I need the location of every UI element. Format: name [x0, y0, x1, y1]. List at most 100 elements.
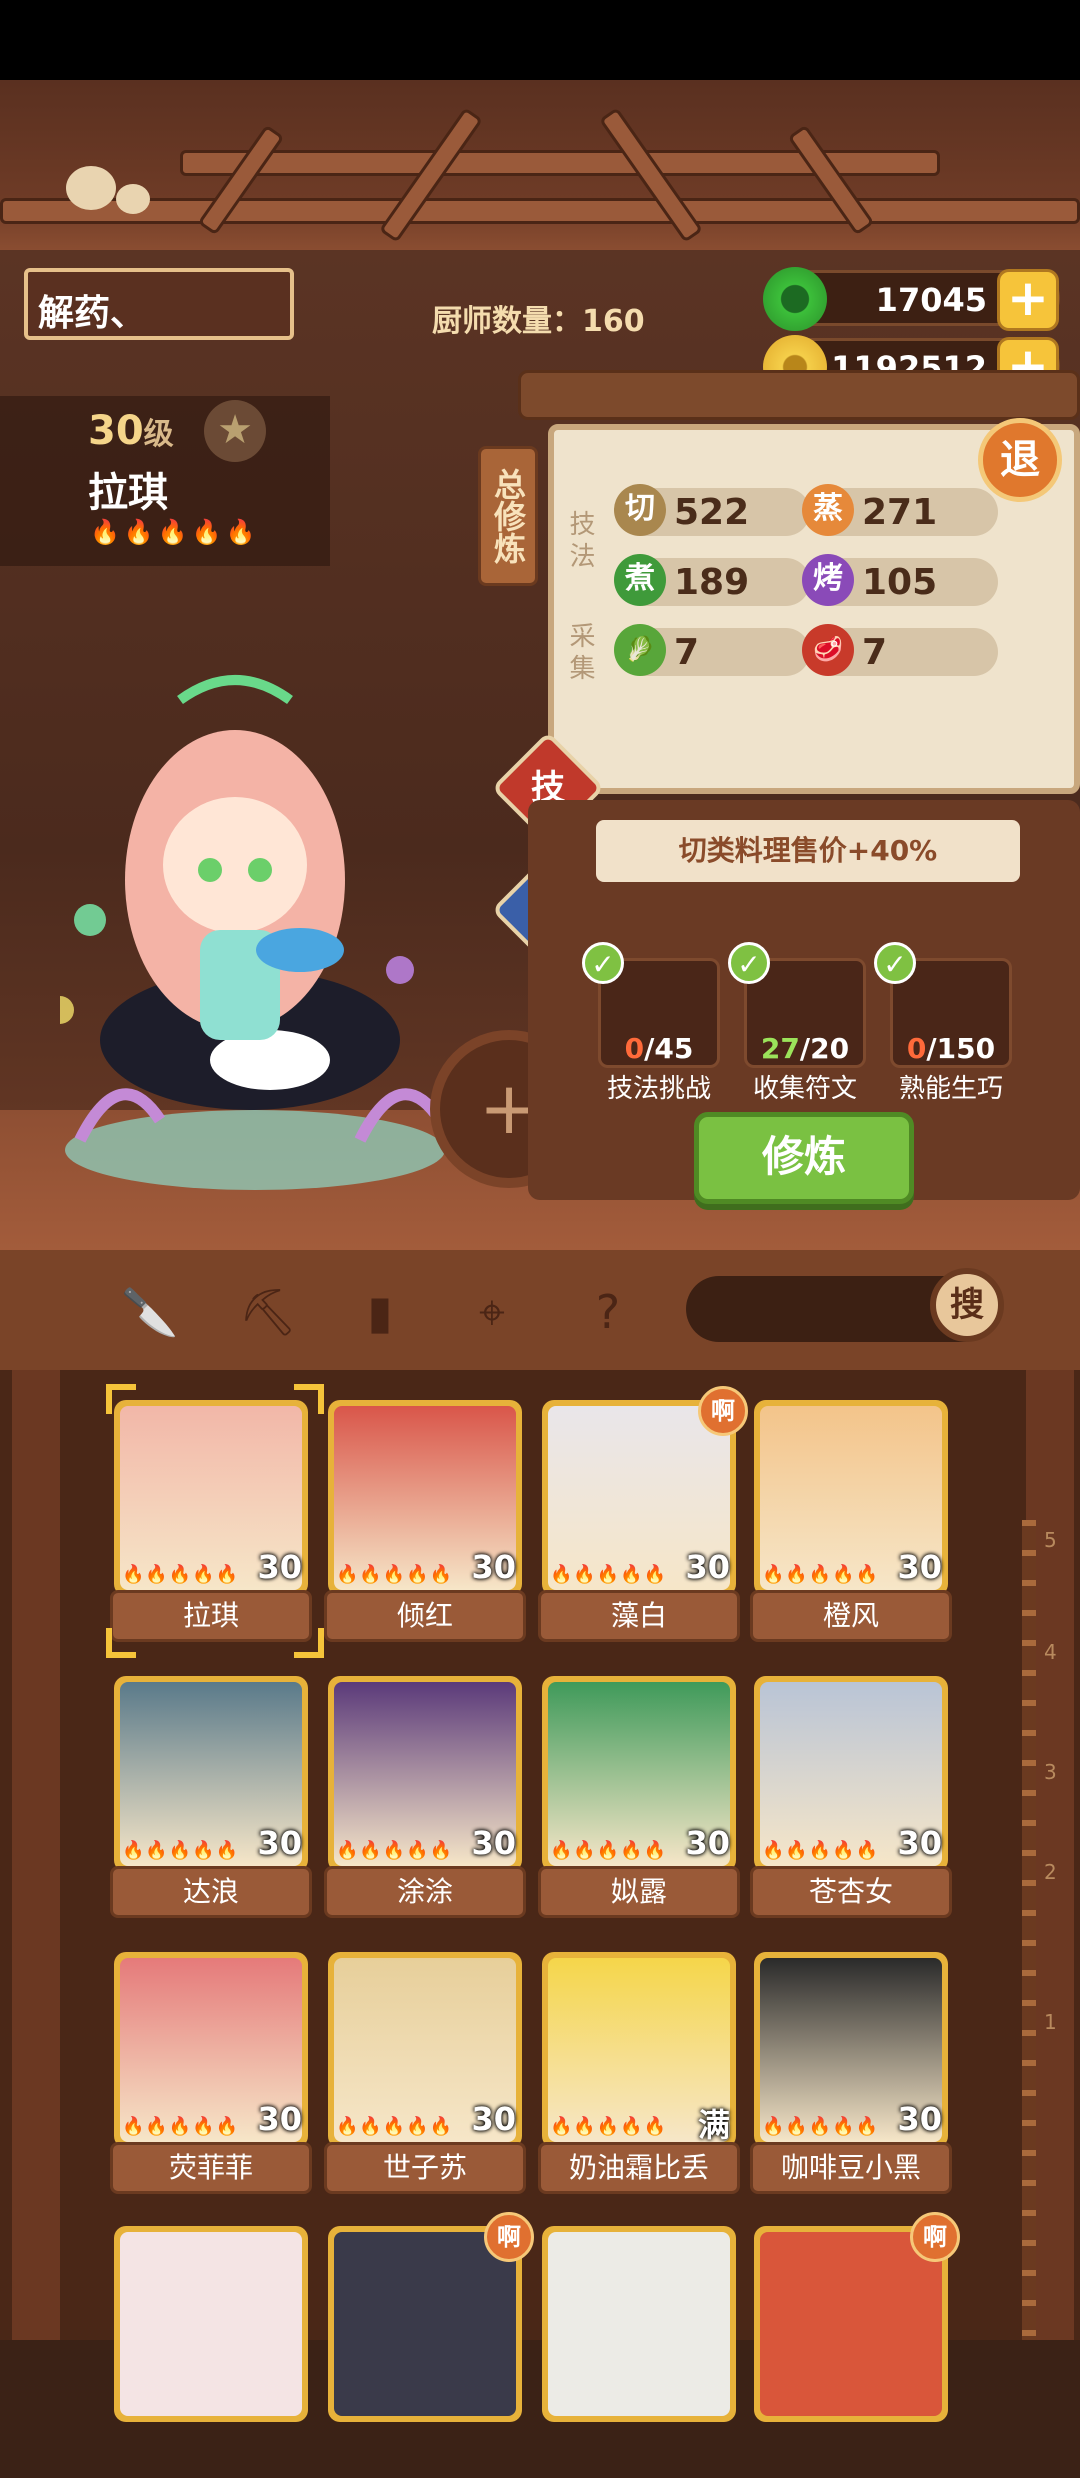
- chef-name: 咖啡豆小黑: [750, 2142, 952, 2194]
- chef-level: 30: [897, 2100, 942, 2138]
- chef-level: 30: [685, 1824, 730, 1862]
- chef-count: 厨师数量：160: [432, 304, 645, 339]
- jade-amount: 17045: [875, 281, 987, 319]
- bonus-text: 切类料理售价+40%: [596, 820, 1020, 882]
- stat-steam: 蒸 271: [802, 484, 998, 536]
- stat-vegetable: 🥬 7: [614, 624, 810, 676]
- selection-corner: [106, 1384, 136, 1414]
- chef-card[interactable]: 🔥🔥🔥🔥🔥 30 藻白 啊: [538, 1386, 748, 1652]
- chef-level: 30: [257, 2100, 302, 2138]
- train-button[interactable]: 修炼: [694, 1112, 914, 1204]
- chef-level: 30: [471, 1824, 516, 1862]
- chef-level: 30: [257, 1548, 302, 1586]
- vegetable-icon: 🥬: [614, 624, 666, 676]
- shovel-filter-icon[interactable]: ⛏: [236, 1280, 300, 1344]
- check-icon: ✓: [874, 942, 916, 984]
- stat-cut: 切 522: [614, 484, 810, 536]
- selection-corner: [294, 1628, 324, 1658]
- chef-name: 拉琪: [110, 1590, 312, 1642]
- chef-name: 倾红: [324, 1590, 526, 1642]
- rarity-flames: 🔥🔥🔥🔥🔥: [122, 1564, 240, 1585]
- chef-card[interactable]: 🔥🔥🔥🔥🔥 30 荧菲菲: [110, 1952, 312, 2204]
- chef-name: 姒露: [538, 1866, 740, 1918]
- chef-card-partial[interactable]: [542, 2226, 736, 2478]
- chef-card[interactable]: 🔥🔥🔥🔥🔥 30 苍杏女: [750, 1676, 952, 1928]
- rarity-flames: 🔥🔥🔥🔥🔥: [550, 1564, 668, 1585]
- knife-filter-icon[interactable]: 🔪: [118, 1280, 182, 1344]
- add-jade-button[interactable]: +: [997, 269, 1059, 331]
- selection-corner: [294, 1384, 324, 1414]
- rarity-flames: 🔥🔥🔥🔥🔥: [550, 1840, 668, 1861]
- task-collect-runes[interactable]: ✓ 27/20 收集符文: [728, 942, 874, 1104]
- meat-icon: 🥩: [802, 624, 854, 676]
- back-button[interactable]: 退: [978, 418, 1062, 502]
- location-filter-icon[interactable]: ⌖: [460, 1280, 524, 1344]
- chick-decoration: [116, 184, 150, 214]
- gather-section-label: 采集: [565, 622, 595, 686]
- new-badge: 啊: [910, 2212, 960, 2262]
- chef-card[interactable]: 🔥🔥🔥🔥🔥 30 倾红: [324, 1400, 526, 1652]
- new-badge: 啊: [484, 2212, 534, 2262]
- chef-card[interactable]: 🔥🔥🔥🔥🔥 30 达浪: [110, 1676, 312, 1928]
- chef-card-partial[interactable]: [114, 2226, 308, 2478]
- jade-icon: [763, 267, 827, 331]
- chef-card[interactable]: 🔥🔥🔥🔥🔥 30 姒露: [538, 1676, 740, 1928]
- rarity-flames: 🔥🔥🔥🔥🔥: [336, 1840, 454, 1861]
- chef-level: 30: [897, 1548, 942, 1586]
- chef-name: 奶油霜比丢: [538, 2142, 740, 2194]
- stat-roast: 烤 105: [802, 554, 998, 606]
- scroll-ruler[interactable]: [1022, 1520, 1036, 2340]
- map-question-icon[interactable]: ?: [576, 1280, 640, 1344]
- jade-currency: 17045 +: [763, 267, 1060, 331]
- scroll-top-rod: [518, 370, 1080, 420]
- chef-level: 30: [471, 1548, 516, 1586]
- rarity-flames: 🔥🔥🔥🔥🔥: [550, 2116, 668, 2137]
- chef-name: 荧菲菲: [110, 2142, 312, 2194]
- status-bar: [0, 0, 1080, 80]
- stat-boil: 煮 189: [614, 554, 810, 606]
- skill-section-label: 技法: [565, 510, 595, 574]
- chef-card-partial[interactable]: 啊: [754, 2212, 960, 2478]
- selection-corner: [106, 1628, 136, 1658]
- jar-filter-icon[interactable]: ▮: [348, 1280, 412, 1344]
- chef-level: 30: [897, 1824, 942, 1862]
- chef-card[interactable]: 🔥🔥🔥🔥🔥 30 拉琪: [110, 1400, 312, 1652]
- task-skill-challenge[interactable]: ✓ 0/45 技法挑战: [582, 942, 728, 1104]
- character-name: 拉琪: [88, 470, 168, 516]
- chef-level: 满: [697, 2106, 730, 2144]
- chef-level: 30: [257, 1824, 302, 1862]
- chef-card[interactable]: 🔥🔥🔥🔥🔥 30 咖啡豆小黑: [750, 1952, 952, 2204]
- chef-name: 达浪: [110, 1866, 312, 1918]
- rarity-flames: 🔥🔥🔥🔥🔥: [122, 2116, 240, 2137]
- chef-level: 30: [685, 1548, 730, 1586]
- rarity-flames: 🔥🔥🔥🔥🔥: [90, 518, 260, 546]
- total-training-tab[interactable]: 总修炼: [478, 446, 538, 586]
- rarity-flames: 🔥🔥🔥🔥🔥: [762, 2116, 880, 2137]
- rarity-flames: 🔥🔥🔥🔥🔥: [122, 1840, 240, 1861]
- chef-card[interactable]: 🔥🔥🔥🔥🔥 30 橙风: [750, 1400, 952, 1652]
- chef-level: 30: [471, 2100, 516, 2138]
- stat-meat: 🥩 7: [802, 624, 998, 676]
- favorite-star-button[interactable]: ★: [204, 400, 266, 462]
- rarity-flames: 🔥🔥🔥🔥🔥: [336, 2116, 454, 2137]
- check-icon: ✓: [728, 942, 770, 984]
- chef-card[interactable]: 🔥🔥🔥🔥🔥 满奶油霜比丢: [538, 1952, 740, 2204]
- chef-card-partial[interactable]: 啊: [328, 2212, 534, 2478]
- chef-card[interactable]: 🔥🔥🔥🔥🔥 30 涂涂: [324, 1676, 526, 1928]
- character-level: 30级: [88, 408, 174, 454]
- chef-name: 藻白: [538, 1590, 740, 1642]
- task-practice[interactable]: ✓ 0/150 熟能生巧: [874, 942, 1020, 1104]
- rafters-background: [0, 80, 1080, 250]
- rarity-flames: 🔥🔥🔥🔥🔥: [762, 1564, 880, 1585]
- rarity-flames: 🔥🔥🔥🔥🔥: [762, 1840, 880, 1861]
- chef-name: 橙风: [750, 1590, 952, 1642]
- search-button[interactable]: 搜: [930, 1268, 1004, 1342]
- new-badge: 啊: [698, 1386, 748, 1436]
- character-portrait: [60, 675, 445, 1190]
- chef-card[interactable]: 🔥🔥🔥🔥🔥 30 世子苏: [324, 1952, 526, 2204]
- chef-name: 世子苏: [324, 2142, 526, 2194]
- chick-decoration: [66, 166, 116, 210]
- check-icon: ✓: [582, 942, 624, 984]
- player-name-box[interactable]: 解药、: [24, 268, 294, 340]
- chef-name: 涂涂: [324, 1866, 526, 1918]
